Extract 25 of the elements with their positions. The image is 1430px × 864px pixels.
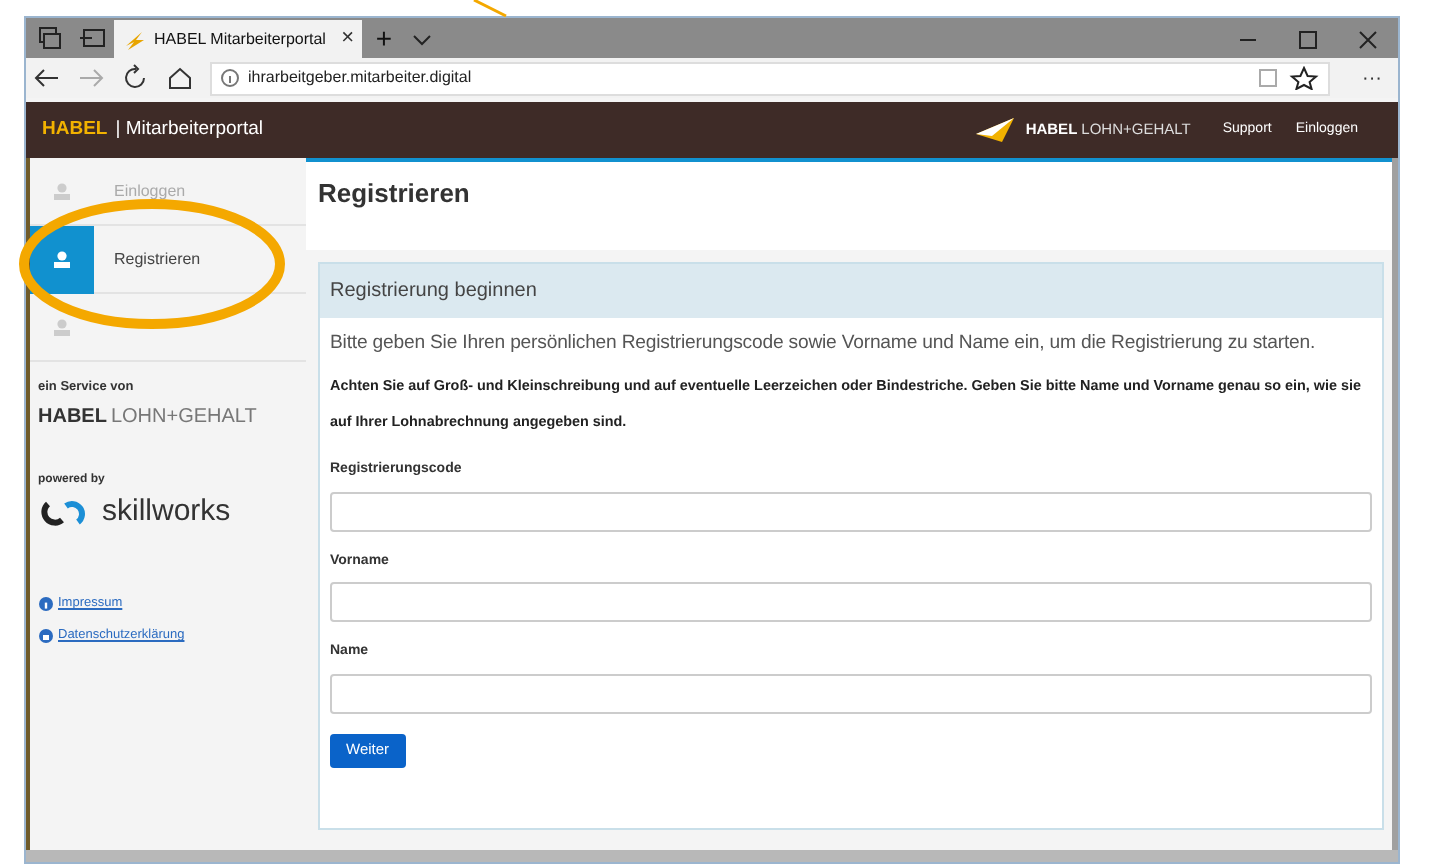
sidebar-item[interactable]: Registrieren — [30, 226, 306, 294]
brand-name: HABEL — [42, 115, 108, 144]
star-icon[interactable] — [1288, 66, 1320, 90]
intro-text: Bitte geben Sie Ihren persönlichen Registrierungscode sowie Vorname und Name ein, um die Registrierung zu starten. — [330, 330, 1318, 358]
info-icon — [38, 596, 54, 613]
panel-header: Registrierung beginnen — [320, 264, 1382, 318]
more-button[interactable]: ··· — [1362, 63, 1382, 93]
person-icon — [52, 249, 72, 269]
address-bar[interactable]: ihrarbeitgeber.mitarbeiter.digital — [210, 61, 1330, 95]
input-field[interactable] — [330, 673, 1372, 713]
info-icon — [220, 68, 240, 88]
service-logo-bold: HABEL — [38, 403, 107, 432]
input-field[interactable] — [330, 582, 1372, 622]
code-input-field[interactable] — [330, 491, 1372, 531]
new-tab-button[interactable]: + — [362, 20, 406, 58]
browser-tab[interactable]: HABEL Mitarbeiterportal × — [114, 20, 362, 58]
paper-plane-logo-icon — [973, 116, 1018, 144]
lightning-logo-icon — [122, 27, 146, 51]
person-icon — [52, 181, 72, 201]
skillworks-logo-text: skillworks — [102, 491, 231, 532]
service-logo-light: LOHN+GEHALT — [110, 403, 257, 432]
portal-name: | Mitarbeiterportal — [115, 115, 263, 144]
callout-line — [472, 0, 508, 18]
close-tab-button[interactable]: × — [341, 22, 354, 56]
person-icon — [52, 317, 72, 337]
